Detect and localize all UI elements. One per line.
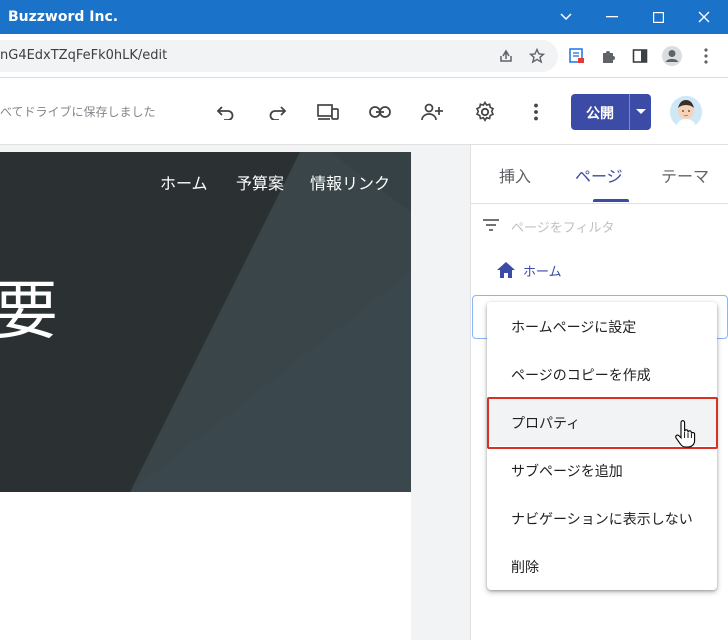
puzzle-icon <box>603 51 615 63</box>
page-body[interactable] <box>0 492 411 640</box>
home-icon <box>497 262 515 278</box>
more-options-button[interactable] <box>522 98 550 126</box>
tab-themes[interactable]: テーマ <box>661 163 709 187</box>
gear-icon <box>475 101 495 122</box>
site-header-banner[interactable]: ホーム 予算案 情報リンク 要 <box>0 152 411 492</box>
redo-button[interactable] <box>263 98 291 126</box>
side-panel-icon <box>632 49 648 63</box>
menu-item-delete[interactable]: 削除 <box>487 542 717 590</box>
menu-item-label: ナビゲーションに表示しない <box>511 512 693 528</box>
chevron-down-icon <box>560 13 572 21</box>
chrome-menu-button[interactable] <box>692 42 720 70</box>
tab-search-button[interactable] <box>543 0 589 34</box>
avatar-face-icon <box>670 96 702 128</box>
more-vert-icon <box>534 103 538 121</box>
preview-devices-button[interactable] <box>314 98 342 126</box>
page-filter-input[interactable]: ページをフィルタ <box>511 217 614 236</box>
menu-item-duplicate-page[interactable]: ページのコピーを作成 <box>487 350 717 398</box>
bookmark-star-button[interactable] <box>523 42 551 70</box>
hand-pointer-cursor-icon <box>675 420 696 448</box>
tab-divider <box>471 203 728 204</box>
editor-toolbar: べてドライブに保存しました 公開 <box>0 79 728 145</box>
site-hero-title[interactable]: 要 <box>0 280 58 344</box>
user-avatar[interactable] <box>670 96 702 128</box>
tab-insert[interactable]: 挿入 <box>499 163 531 187</box>
profile-button[interactable] <box>658 42 686 70</box>
filter-icon <box>483 219 499 231</box>
share-icon <box>500 49 512 62</box>
copy-link-button[interactable] <box>366 98 394 126</box>
publish-options-button[interactable] <box>630 94 651 130</box>
link-icon <box>369 106 391 118</box>
site-nav-links[interactable]: 情報リンク <box>310 170 390 194</box>
browser-toolbar: nG4EdxTZqFeFk0hLK/edit <box>0 34 728 78</box>
menu-item-label: 削除 <box>511 560 539 576</box>
redo-icon <box>269 106 287 120</box>
menu-item-hide-from-navigation[interactable]: ナビゲーションに表示しない <box>487 494 717 542</box>
extension-doc-icon <box>569 48 584 63</box>
site-nav-budget[interactable]: 予算案 <box>236 170 284 194</box>
maximize-icon <box>652 11 664 23</box>
settings-button[interactable] <box>471 98 499 126</box>
extensions-button[interactable] <box>594 42 622 70</box>
window-titlebar: Buzzword Inc. <box>0 0 728 34</box>
banner-background <box>0 152 411 492</box>
caret-down-icon <box>635 109 646 114</box>
window-title: Buzzword Inc. <box>8 9 119 25</box>
menu-item-label: ページのコピーを作成 <box>511 368 651 384</box>
publish-label: 公開 <box>586 106 614 122</box>
side-panel-button[interactable] <box>626 42 654 70</box>
url-text: nG4EdxTZqFeFk0hLK/edit <box>0 48 168 63</box>
tab-pages[interactable]: ページ <box>575 163 623 187</box>
undo-icon <box>216 106 234 120</box>
publish-button[interactable]: 公開 <box>571 94 651 130</box>
maximize-button[interactable] <box>635 0 681 34</box>
page-item-home-label: ホーム <box>523 264 562 280</box>
menu-item-add-subpage[interactable]: サブページを追加 <box>487 446 717 494</box>
page-item-home[interactable]: ホーム <box>497 259 562 281</box>
minimize-icon <box>606 16 618 18</box>
more-vert-icon <box>704 48 708 64</box>
active-tab-indicator <box>593 199 629 202</box>
menu-item-label: ホームページに設定 <box>511 320 637 336</box>
share-button[interactable] <box>492 42 520 70</box>
address-bar[interactable]: nG4EdxTZqFeFk0hLK/edit <box>0 40 558 72</box>
undo-button[interactable] <box>212 98 240 126</box>
close-icon <box>698 11 710 23</box>
save-status: べてドライブに保存しました <box>0 105 156 119</box>
share-with-others-button[interactable] <box>418 98 446 126</box>
star-icon <box>529 48 545 64</box>
devices-icon <box>317 104 339 120</box>
minimize-button[interactable] <box>589 0 635 34</box>
extension-sheet-button[interactable] <box>563 42 591 70</box>
profile-icon <box>662 46 682 66</box>
menu-item-label: サブページを追加 <box>511 464 623 480</box>
close-button[interactable] <box>681 0 727 34</box>
add-person-icon <box>421 103 443 121</box>
site-nav-home[interactable]: ホーム <box>160 170 208 194</box>
menu-item-set-homepage[interactable]: ホームページに設定 <box>487 302 717 350</box>
